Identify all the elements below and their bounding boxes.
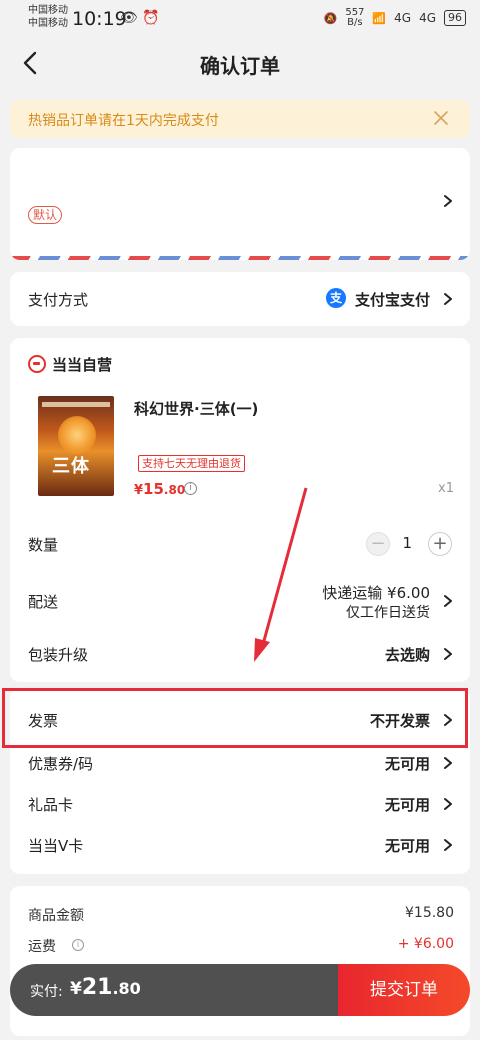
chevron-right-icon <box>444 595 452 607</box>
price-integer: 15 <box>143 480 164 498</box>
carrier-1: 中国移动 <box>28 5 68 16</box>
total-symbol: ¥ <box>70 979 82 999</box>
v-card-label: 当当V卡 <box>28 837 84 855</box>
payment-method-row[interactable]: 支付方式 支 支付宝支付 <box>10 272 470 326</box>
info-icon[interactable]: i <box>184 482 197 495</box>
packaging-label: 包装升级 <box>28 646 89 664</box>
invoice-highlight-box <box>2 688 468 748</box>
delivery-label: 配送 <box>28 593 59 611</box>
default-address-badge: 默认 <box>28 206 63 224</box>
notice-text: 热销品订单请在1天内完成支付 <box>28 113 219 129</box>
product-quantity: x1 <box>438 481 454 496</box>
quantity-label: 数量 <box>28 536 59 554</box>
status-time: 10:19 <box>72 8 127 30</box>
eye-icon: 👁 <box>120 10 138 26</box>
chevron-right-icon <box>444 648 452 660</box>
address-card[interactable]: 默认 <box>10 148 470 260</box>
chevron-right-icon <box>444 195 452 207</box>
network-speed: 557 B/s <box>345 8 364 28</box>
chevron-right-icon <box>444 293 452 305</box>
coupon-label: 优惠券/码 <box>28 755 94 773</box>
checkout-bar: 实付: ¥21.80 提交订单 <box>10 964 470 1016</box>
chevron-right-icon <box>444 757 452 769</box>
network-speed-unit: B/s <box>347 17 363 28</box>
total-integer: 21 <box>81 975 113 1000</box>
product-title[interactable]: 科幻世界·三体(一) <box>134 398 258 419</box>
store-name: 当当自营 <box>52 356 113 374</box>
shipping-label: 运费 <box>28 939 56 955</box>
v-card-row[interactable]: 当当V卡 无可用 <box>10 828 470 864</box>
delivery-sub: 仅工作日送货 <box>346 605 430 621</box>
info-icon[interactable]: i <box>72 939 84 951</box>
carrier-labels: 中国移动 中国移动 <box>28 4 68 30</box>
dangdang-store-icon <box>28 355 46 373</box>
total-label: 实付: <box>30 984 63 1000</box>
payment-notice-banner: 热销品订单请在1天内完成支付 <box>10 100 470 138</box>
status-right-icons: 🔕 557 B/s 📶 4G 4G 96 <box>324 8 466 28</box>
shipping-value: + ¥6.00 <box>397 936 454 952</box>
alarm-icon: ⏰ <box>142 10 160 26</box>
carrier-2: 中国移动 <box>28 18 68 29</box>
quantity-value[interactable]: 1 <box>402 534 412 552</box>
coupon-row[interactable]: 优惠券/码 无可用 <box>10 746 470 782</box>
airmail-stripe <box>10 256 470 260</box>
chevron-right-icon <box>444 798 452 810</box>
return-policy-tag: 支持七天无理由退货 <box>138 455 245 472</box>
total-decimal: .80 <box>112 979 141 998</box>
delivery-value: 快递运输 ¥6.00 <box>322 584 430 602</box>
total-amount: ¥21.80 <box>70 975 141 1000</box>
goods-amount-value: ¥15.80 <box>405 905 454 921</box>
coupon-value: 无可用 <box>384 755 430 773</box>
wifi-icon: 📶 <box>372 11 387 25</box>
product-price: ¥15.80 <box>134 479 185 498</box>
gift-card-label: 礼品卡 <box>28 796 74 814</box>
battery-icon: 96 <box>444 10 466 26</box>
book-cover-title: 三体 <box>52 456 90 477</box>
book-cover-image[interactable]: 三体 <box>38 396 114 496</box>
quantity-row: 数量 − 1 + <box>10 528 470 564</box>
mute-bell-icon: 🔕 <box>323 11 338 25</box>
chevron-right-icon <box>444 839 452 851</box>
signal-1: 4G <box>394 11 412 25</box>
nav-bar: 确认订单 <box>0 36 480 90</box>
v-card-value: 无可用 <box>384 837 430 855</box>
gift-card-value: 无可用 <box>384 796 430 814</box>
packaging-value: 去选购 <box>384 646 430 664</box>
price-decimal: .80 <box>163 483 186 497</box>
status-left-icons: 👁 ⏰ <box>120 10 160 26</box>
delivery-row[interactable]: 配送 快递运输 ¥6.00 仅工作日送货 <box>10 574 470 626</box>
status-bar: 中国移动 中国移动 10:19 👁 ⏰ 🔕 557 B/s 📶 4G 4G 96 <box>0 0 480 36</box>
alipay-icon: 支 <box>326 288 346 308</box>
packaging-row[interactable]: 包装升级 去选购 <box>10 634 470 674</box>
book-cover-header <box>42 402 110 407</box>
payment-method-value: 支付宝支付 <box>354 291 430 309</box>
payment-method-label: 支付方式 <box>28 291 89 309</box>
goods-amount-label: 商品金额 <box>28 908 84 924</box>
price-symbol: ¥ <box>134 483 144 498</box>
total-panel: 实付: ¥21.80 <box>10 964 338 1016</box>
book-cover-sun <box>58 416 96 454</box>
page-title: 确认订单 <box>200 54 280 78</box>
close-icon[interactable] <box>432 109 450 127</box>
submit-order-button[interactable]: 提交订单 <box>338 964 470 1016</box>
gift-card-row[interactable]: 礼品卡 无可用 <box>10 787 470 823</box>
quantity-decrease-button[interactable]: − <box>366 532 390 556</box>
signal-2: 4G <box>419 11 436 25</box>
quantity-increase-button[interactable]: + <box>428 532 452 556</box>
product-card: 当当自营 三体 科幻世界·三体(一) 支持七天无理由退货 ¥15.80 i x1… <box>10 338 470 682</box>
